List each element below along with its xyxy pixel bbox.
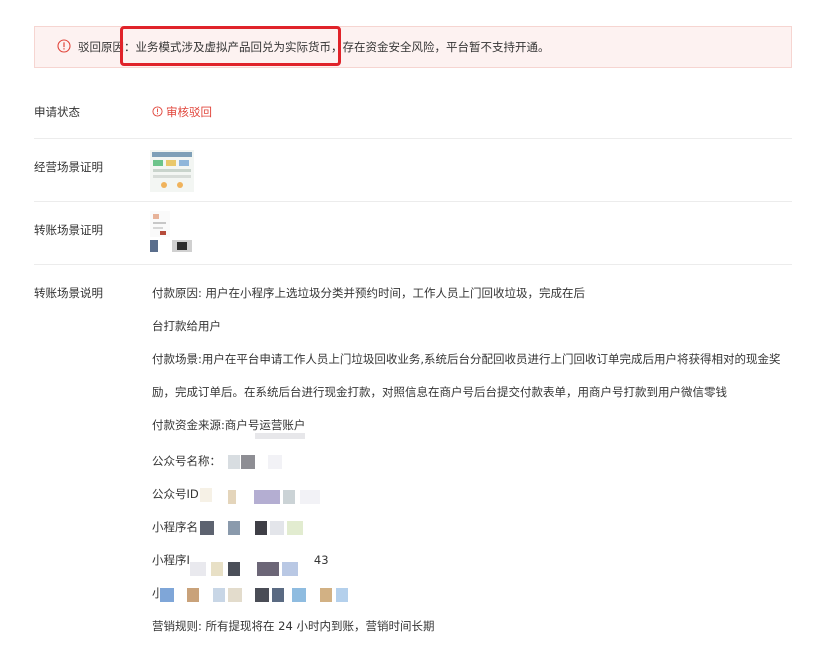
- desc-line-payment-scene: 付款场景:用户在平台申请工作人员上门垃圾回收业务,系统后台分配回收员进行上门回收…: [152, 352, 781, 366]
- transfer-proof-label: 转账场景证明: [34, 223, 103, 237]
- business-scene-label: 经营场景证明: [34, 160, 103, 174]
- mini-program-id-prefix: 小程序I: [152, 553, 190, 567]
- desc-line-official-account-name: 公众号名称：: [152, 454, 221, 468]
- blurred-region: [228, 562, 240, 576]
- blurred-region: [283, 490, 295, 504]
- blurred-region: [190, 562, 206, 576]
- blurred-region: [254, 490, 280, 504]
- blurred-region: [292, 588, 306, 602]
- divider: [34, 264, 792, 265]
- blurred-region: [255, 433, 305, 439]
- desc-line-payment-reason: 付款原因: 用户在小程序上选垃圾分类并预约时间，工作人员上门回收垃圾，完成在后: [152, 286, 586, 300]
- blurred-region: [200, 521, 214, 535]
- desc-line-official-account-id: 公众号ID: [152, 487, 199, 501]
- blurred-region: [272, 588, 284, 602]
- warning-circle-icon: [152, 106, 163, 117]
- divider: [34, 201, 792, 202]
- desc-line-payment-scene-cont: 励，完成订单后。在系统后台进行现金打款，对照信息在商户号后台提交付款表单，用商户…: [152, 385, 727, 399]
- alert-circle-icon: [57, 39, 71, 53]
- mini-program-id-suffix: 43: [313, 553, 329, 567]
- highlight-annotation-box: [120, 26, 341, 66]
- blurred-region: [336, 588, 348, 602]
- blurred-region: [228, 490, 236, 504]
- blurred-region: [228, 588, 242, 602]
- blurred-region: [270, 521, 284, 535]
- blurred-region: [213, 588, 225, 602]
- business-proof-thumbnail[interactable]: [150, 150, 194, 192]
- desc-line-mini-program-id: 小程序I 43: [152, 552, 329, 568]
- blurred-region: [287, 521, 303, 535]
- blurred-region: [268, 455, 282, 469]
- transfer-proof-thumbnail-2[interactable]: [150, 239, 194, 253]
- status-value: 审核驳回: [152, 104, 212, 120]
- blurred-region: [300, 490, 320, 504]
- transfer-proof-thumbnail-1[interactable]: [150, 211, 170, 237]
- blurred-region: [187, 588, 199, 602]
- blurred-region: [160, 588, 174, 602]
- desc-line-fund-source: 付款资金来源:商户号运营账户: [152, 418, 306, 432]
- blurred-region: [200, 488, 212, 502]
- blurred-region: [211, 562, 223, 576]
- transfer-desc-label: 转账场景说明: [34, 286, 103, 300]
- status-label: 申请状态: [34, 105, 80, 119]
- blurred-region: [255, 521, 267, 535]
- desc-line-marketing-rule: 营销规则: 所有提现将在 24 小时内到账，营销时间长期: [152, 619, 435, 633]
- desc-line-mini-program-name: 小程序名: [152, 520, 198, 534]
- blurred-region: [228, 455, 240, 469]
- desc-line-payment-reason-cont: 台打款给用户: [152, 319, 221, 333]
- blurred-region: [255, 588, 269, 602]
- divider: [34, 138, 792, 139]
- rejection-reason-prefix: 驳回原因: [78, 40, 124, 54]
- rejection-reason-rest: ，存在资金安全风险，平台暂不支持开通。: [331, 40, 550, 54]
- status-value-text: 审核驳回: [166, 105, 212, 119]
- blurred-region: [257, 562, 279, 576]
- blurred-region: [241, 455, 255, 469]
- blurred-region: [282, 562, 298, 576]
- blurred-region: [228, 521, 240, 535]
- blurred-region: [320, 588, 332, 602]
